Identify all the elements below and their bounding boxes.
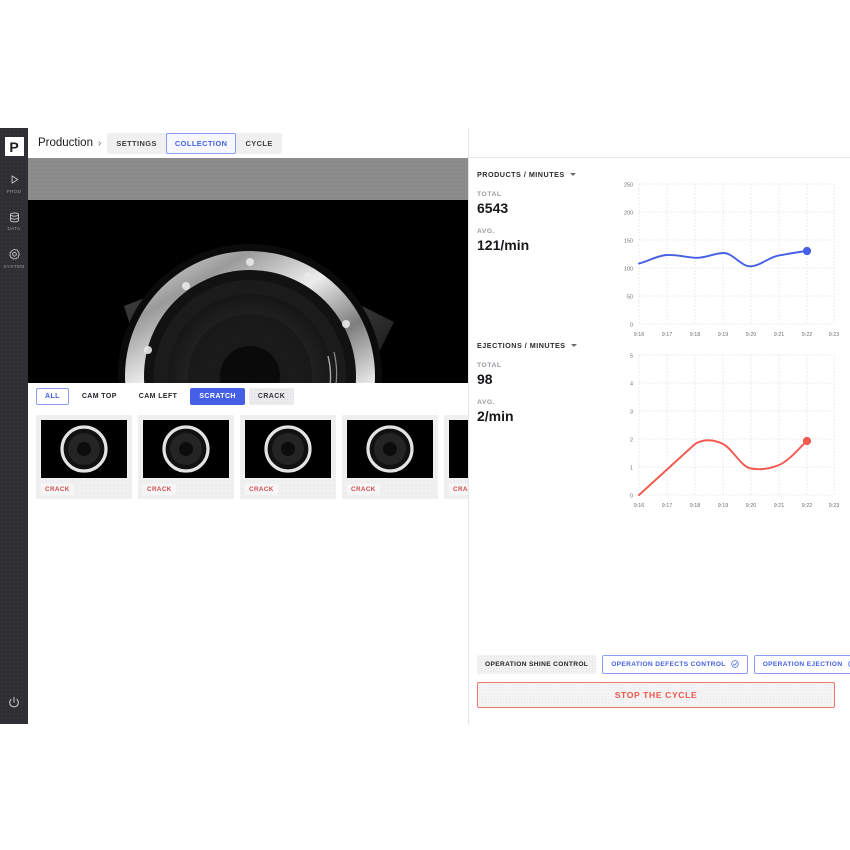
svg-text:9:16: 9:16 <box>634 503 645 509</box>
svg-text:0: 0 <box>630 323 633 329</box>
defect-filter-bar: ALL CAM TOP CAM LEFT SCRATCH CRACK <box>28 383 468 409</box>
filter-chip-all[interactable]: ALL <box>36 387 69 405</box>
products-chart: 250 200 150 100 50 0 9:16 9:17 9:18 9:19 9:20… <box>609 178 839 353</box>
thumbnail-defect-tag: CRACK <box>41 484 74 495</box>
thumbnail-item[interactable]: CRACK <box>138 415 234 499</box>
sidebar: P PROD DATA SYSTEM <box>0 128 28 724</box>
operation-defects-control-button[interactable]: OPERATION DEFECTS CONTROL <box>602 655 748 674</box>
filter-chip-scratch[interactable]: SCRATCH <box>190 387 245 405</box>
operation-defects-control-label: OPERATION DEFECTS CONTROL <box>611 661 726 668</box>
svg-text:1: 1 <box>630 466 633 472</box>
svg-text:4: 4 <box>630 382 633 388</box>
thumbnail-defect-tag: CRACK <box>143 484 176 495</box>
svg-text:250: 250 <box>624 183 633 189</box>
operation-shine-control-label: OPERATION SHINE CONTROL <box>485 661 589 668</box>
thumbnail-image <box>347 420 433 478</box>
ejections-chart: 5 4 3 2 1 0 9:16 9:17 9:18 9:19 9:20 9:21 9:22… <box>609 349 839 524</box>
svg-text:9:19: 9:19 <box>718 503 729 509</box>
thumbnail-defect-tag: CRACK <box>449 484 468 495</box>
svg-text:150: 150 <box>624 239 633 245</box>
sidebar-item-prod[interactable]: PROD <box>0 173 28 194</box>
svg-text:2: 2 <box>630 438 633 444</box>
svg-text:5: 5 <box>630 354 633 360</box>
panel-header-divider <box>469 128 850 158</box>
camera-viewport: CAMERA: TOP QUALITY: FAST SAVE AN IMAGE … <box>28 158 468 383</box>
sidebar-item-system[interactable]: SYSTEM <box>0 248 28 269</box>
sidebar-item-prod-label: PROD <box>6 188 22 194</box>
operation-ejection-label: OPERATION EJECTION <box>762 661 843 668</box>
svg-text:0: 0 <box>630 494 633 500</box>
products-panel: PRODUCTS / MINUTES TOTAL 6543 AVG. 121/m… <box>469 158 850 338</box>
operation-shine-control-button[interactable]: OPERATION SHINE CONTROL <box>477 655 597 674</box>
gear-icon <box>8 248 21 261</box>
tab-settings[interactable]: SETTINGS <box>107 133 166 154</box>
thumbnail-item[interactable]: CRACK <box>342 415 438 499</box>
camera-column: Production › SETTINGS COLLECTION CYCLE A… <box>28 128 468 724</box>
filter-chip-crack[interactable]: CRACK <box>248 387 295 405</box>
svg-text:9:21: 9:21 <box>774 503 785 509</box>
svg-text:9:20: 9:20 <box>746 503 757 509</box>
thumbnail-image <box>449 420 468 478</box>
database-icon <box>8 211 21 224</box>
thumbnail-image <box>245 420 331 478</box>
tab-bar: SETTINGS COLLECTION CYCLE <box>107 132 282 154</box>
ejections-panel: EJECTIONS / MINUTES TOTAL 98 AVG. 2/min <box>469 329 850 509</box>
thumbnail-image <box>41 420 127 478</box>
thumbnail-defect-tag: CRACK <box>347 484 380 495</box>
tab-cycle[interactable]: CYCLE <box>236 133 281 154</box>
thumbnail-image <box>143 420 229 478</box>
thumbnail-item[interactable]: CRACK <box>240 415 336 499</box>
sidebar-item-data-label: DATA <box>7 226 21 231</box>
thumbnail-defect-tag: CRACK <box>245 484 278 495</box>
thumbnail-strip[interactable]: CRACK CRACK CRACK CRACK CRA <box>28 409 468 724</box>
sidebar-item-system-label: SYSTEM <box>3 263 25 269</box>
products-panel-title-label: PRODUCTS / MINUTES <box>477 170 565 179</box>
thumbnail-item[interactable]: CRACK <box>36 415 132 499</box>
camera-live-image[interactable] <box>28 200 468 383</box>
filter-chip-cam-top[interactable]: CAM TOP <box>72 387 126 405</box>
svg-text:9:22: 9:22 <box>802 503 813 509</box>
tab-collection[interactable]: COLLECTION <box>165 132 237 154</box>
svg-text:9:23: 9:23 <box>829 503 839 509</box>
breadcrumb-separator-icon: › <box>97 137 102 149</box>
play-icon <box>8 173 21 186</box>
svg-text:200: 200 <box>624 211 633 217</box>
application-window: P PROD DATA SYSTEM Production › SETTINGS… <box>0 128 850 724</box>
app-logo[interactable]: P <box>4 137 24 156</box>
chevron-down-icon <box>570 344 577 347</box>
chevron-down-icon <box>569 173 576 176</box>
operation-buttons: OPERATION SHINE CONTROL OPERATION DEFECT… <box>477 655 850 674</box>
ejections-panel-title-label: EJECTIONS / MINUTES <box>477 341 566 350</box>
metrics-panel: PRODUCTS / MINUTES TOTAL 6543 AVG. 121/m… <box>468 128 850 724</box>
svg-text:9:18: 9:18 <box>690 503 701 509</box>
power-icon[interactable] <box>7 696 21 710</box>
filter-chip-cam-left[interactable]: CAM LEFT <box>129 387 187 405</box>
sidebar-item-data[interactable]: DATA <box>0 211 28 231</box>
svg-text:9:17: 9:17 <box>662 503 673 509</box>
svg-text:50: 50 <box>627 295 633 301</box>
thumbnail-item[interactable]: CRACK <box>444 415 468 499</box>
svg-text:3: 3 <box>630 410 633 416</box>
breadcrumb[interactable]: Production <box>38 137 93 149</box>
top-bar: Production › SETTINGS COLLECTION CYCLE <box>28 128 468 158</box>
operation-ejection-button[interactable]: OPERATION EJECTION <box>753 655 850 674</box>
svg-text:100: 100 <box>624 267 633 273</box>
check-circle-icon <box>730 659 739 670</box>
stop-the-cycle-button[interactable]: STOP THE CYCLE <box>477 682 835 708</box>
